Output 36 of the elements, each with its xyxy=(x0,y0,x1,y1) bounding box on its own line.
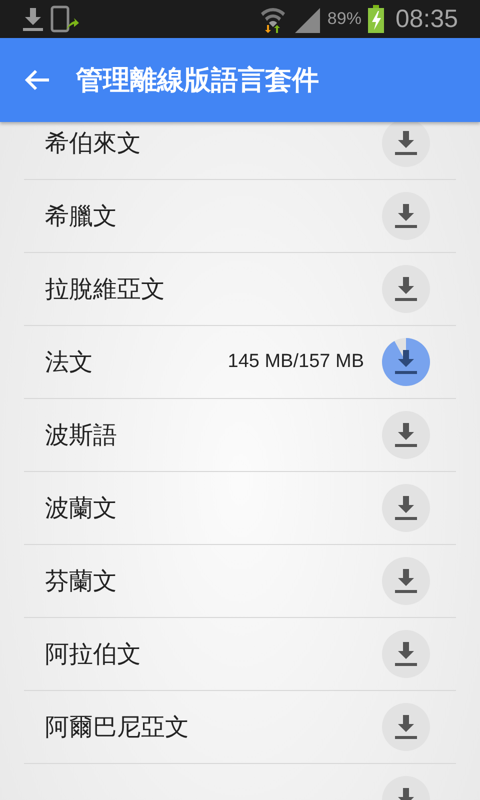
download-button[interactable] xyxy=(382,630,430,678)
download-button[interactable] xyxy=(382,411,430,459)
download-button[interactable] xyxy=(382,557,430,605)
download-icon xyxy=(395,131,417,155)
language-name: 希伯來文 xyxy=(45,128,142,159)
download-progress-text: 145 MB/157 MB xyxy=(228,351,364,373)
phone-update-icon xyxy=(50,5,80,33)
language-name: 波蘭文 xyxy=(45,493,118,524)
download-icon xyxy=(395,569,417,593)
download-button[interactable] xyxy=(382,484,430,532)
download-progress-icon xyxy=(382,338,430,386)
back-arrow-icon[interactable] xyxy=(24,69,50,91)
download-icon xyxy=(395,496,417,520)
download-icon xyxy=(395,204,417,228)
language-name: 希臘文 xyxy=(45,201,118,232)
download-icon xyxy=(395,715,417,739)
download-button[interactable] xyxy=(382,265,430,313)
screen-title: 管理離線版語言套件 xyxy=(76,64,319,98)
wifi-icon xyxy=(259,5,288,33)
download-button[interactable] xyxy=(382,703,430,751)
battery-charging-icon xyxy=(367,5,386,33)
download-icon xyxy=(22,6,44,32)
download-icon xyxy=(395,277,417,301)
language-name: 波斯語 xyxy=(45,420,118,451)
download-icon xyxy=(395,423,417,447)
download-button[interactable] xyxy=(382,192,430,240)
download-button[interactable] xyxy=(382,119,430,167)
download-icon xyxy=(395,642,417,666)
language-name: 阿拉伯文 xyxy=(45,639,142,670)
language-name: 芬蘭文 xyxy=(45,566,118,597)
language-name: 法文 xyxy=(45,347,94,378)
download-progress-button[interactable] xyxy=(382,338,430,386)
language-name: 拉脫維亞文 xyxy=(45,274,166,305)
clock: 08:35 xyxy=(395,4,458,34)
language-name: 阿爾巴尼亞文 xyxy=(45,712,190,743)
battery-percent: 89% xyxy=(327,9,362,29)
